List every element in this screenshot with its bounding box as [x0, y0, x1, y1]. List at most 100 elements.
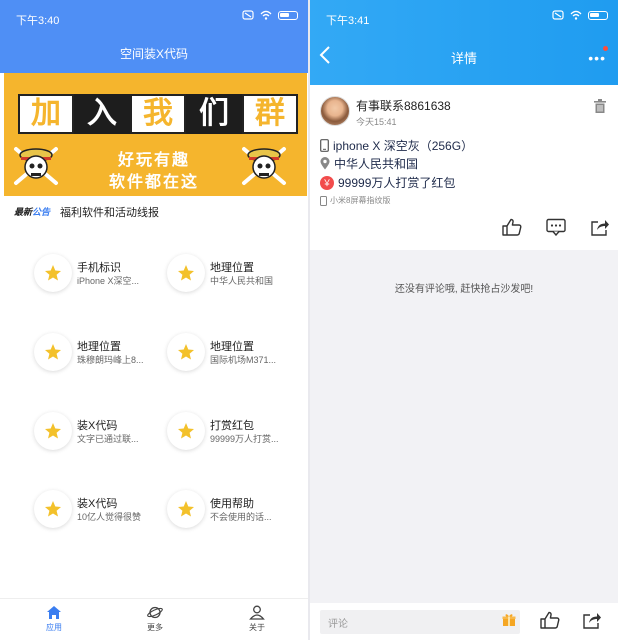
page-title: 详情: [450, 51, 477, 66]
grid-item-subtitle: 珠穆朗玛峰上8...: [77, 355, 144, 365]
phone-icon: [320, 139, 329, 152]
star-icon: [34, 490, 72, 528]
avatar[interactable]: [320, 96, 350, 126]
post-reward: 99999万人打赏了红包: [338, 176, 456, 190]
trash-icon[interactable]: [594, 99, 606, 113]
comment-bar: 评论: [310, 603, 618, 640]
banner-char: 们: [186, 94, 242, 134]
star-icon: [34, 254, 72, 292]
notice-bar[interactable]: 最新公告 福利软件和活动线报: [0, 200, 308, 222]
mute-icon: [242, 10, 254, 20]
grid-item-title: 地理位置: [210, 341, 254, 353]
location-pin-icon: [320, 157, 330, 170]
share-icon[interactable]: [582, 611, 602, 629]
grid-item-location[interactable]: 地理位置 中华人民共和国: [167, 254, 297, 298]
grid-item-title: 打赏红包: [210, 420, 254, 432]
detail-header: 下午3:41 详情 •••: [310, 0, 618, 85]
notification-dot: [603, 46, 608, 51]
post-actions: [502, 218, 610, 236]
grid-item-title: 装X代码: [77, 498, 118, 510]
skull-icon: [242, 147, 286, 185]
banner-subtitle: 好玩有趣: [117, 152, 190, 169]
banner-char: 群: [242, 94, 298, 134]
post-location-line: 中华人民共和国: [320, 155, 418, 172]
thumbs-up-icon[interactable]: [502, 218, 522, 236]
gift-icon[interactable]: [502, 613, 516, 627]
notice-badge: 最新公告: [14, 207, 51, 217]
yuan-icon: ￥: [320, 175, 334, 190]
grid-item-title: 地理位置: [210, 262, 254, 274]
comment-input[interactable]: 评论: [320, 610, 520, 634]
more-menu-button[interactable]: •••: [588, 50, 606, 66]
promo-banner[interactable]: 加 入 我 们 群 好玩有趣 软件都在这: [4, 73, 307, 196]
comment-icon[interactable]: [546, 218, 566, 236]
page-title: 空间装X代码: [119, 47, 188, 61]
grid-item-title: 地理位置: [77, 341, 121, 353]
star-icon: [167, 490, 205, 528]
nav-item-about[interactable]: 关于: [227, 605, 287, 633]
post-source-label: 小米8屏幕指纹版: [330, 196, 391, 205]
status-time: 下午3:40: [16, 15, 60, 27]
grid-item-help[interactable]: 使用帮助 不会使用的话...: [167, 490, 297, 534]
star-icon: [34, 333, 72, 371]
grid-item-title: 手机标识: [77, 262, 121, 274]
banner-char: 入: [74, 94, 130, 134]
person-icon: [249, 605, 265, 620]
status-time: 下午3:41: [326, 15, 370, 27]
grid-item-subtitle: 中华人民共和国: [210, 276, 274, 286]
grid-item-subtitle: 不会使用的话...: [210, 512, 272, 522]
wifi-icon: [570, 10, 582, 20]
post-card: 有事联系8861638 今天15:41 iphone X 深空灰（256G） 中…: [310, 85, 618, 250]
planet-icon: [147, 606, 163, 619]
star-icon: [167, 333, 205, 371]
grid-item-subtitle: iPhone X深空...: [77, 276, 140, 286]
notice-text: 福利软件和活动线报: [60, 207, 159, 219]
nav-label: 关于: [249, 623, 265, 632]
nav-item-more[interactable]: 更多: [125, 605, 185, 633]
home-icon: [47, 606, 61, 619]
grid-item-subtitle: 文字已通过联...: [77, 434, 139, 444]
status-bar: 下午3:40: [0, 0, 308, 30]
grid-item-location[interactable]: 地理位置 国际机场M371...: [167, 333, 297, 377]
grid-item-title: 使用帮助: [210, 498, 254, 510]
post-device-line: iphone X 深空灰（256G）: [320, 137, 473, 154]
status-bar: 下午3:41: [310, 0, 618, 30]
banner-char: 我: [130, 94, 186, 134]
wifi-icon: [260, 10, 272, 20]
grid-item-subtitle: 10亿人觉得很赞: [77, 512, 142, 522]
left-screen: 下午3:40 空间装X代码 加 入 我 们 群 好玩有趣 软件都在这 最新公告 …: [0, 0, 308, 640]
skull-icon: [14, 147, 58, 185]
battery-icon: [588, 10, 608, 20]
grid-item-show-off-code[interactable]: 装X代码 文字已通过联...: [34, 412, 164, 456]
post-location: 中华人民共和国: [334, 157, 419, 171]
grid-item-device-id[interactable]: 手机标识 iPhone X深空...: [34, 254, 164, 298]
battery-icon: [278, 10, 298, 20]
grid-item-location[interactable]: 地理位置 珠穆朗玛峰上8...: [34, 333, 164, 377]
post-time: 今天15:41: [356, 117, 397, 127]
star-icon: [34, 412, 72, 450]
nav-item-apps[interactable]: 应用: [24, 605, 84, 633]
share-icon[interactable]: [590, 218, 610, 236]
thumbs-up-icon[interactable]: [540, 611, 560, 629]
grid-item-reward[interactable]: 打赏红包 99999万人打赏...: [167, 412, 297, 456]
grid-item-subtitle: 国际机场M371...: [210, 355, 277, 365]
post-device: iphone X 深空灰（256G）: [333, 139, 474, 153]
grid-item-subtitle: 99999万人打赏...: [210, 434, 279, 444]
star-icon: [167, 412, 205, 450]
banner-char: 加: [18, 94, 74, 134]
app-header: 下午3:40 空间装X代码: [0, 0, 308, 73]
empty-comments-message: 还没有评论哦, 赶快抢占沙发吧!: [394, 284, 534, 295]
mute-icon: [552, 10, 564, 20]
post-username[interactable]: 有事联系8861638: [356, 97, 451, 114]
banner-subtitle: 软件都在这: [108, 174, 199, 191]
star-icon: [167, 254, 205, 292]
grid-item-title: 装X代码: [77, 420, 118, 432]
phone-icon: [320, 195, 327, 206]
post-source: 小米8屏幕指纹版: [320, 195, 390, 206]
bottom-nav: 应用 更多 关于: [0, 598, 308, 640]
right-screen: 下午3:41 详情 ••• 有事联系8861638 今天15:41 iphone…: [310, 0, 618, 640]
nav-label: 更多: [147, 623, 163, 632]
grid-item-show-off-code[interactable]: 装X代码 10亿人觉得很赞: [34, 490, 164, 534]
nav-label: 应用: [46, 623, 62, 632]
post-reward-line: ￥ 99999万人打赏了红包: [320, 174, 455, 191]
